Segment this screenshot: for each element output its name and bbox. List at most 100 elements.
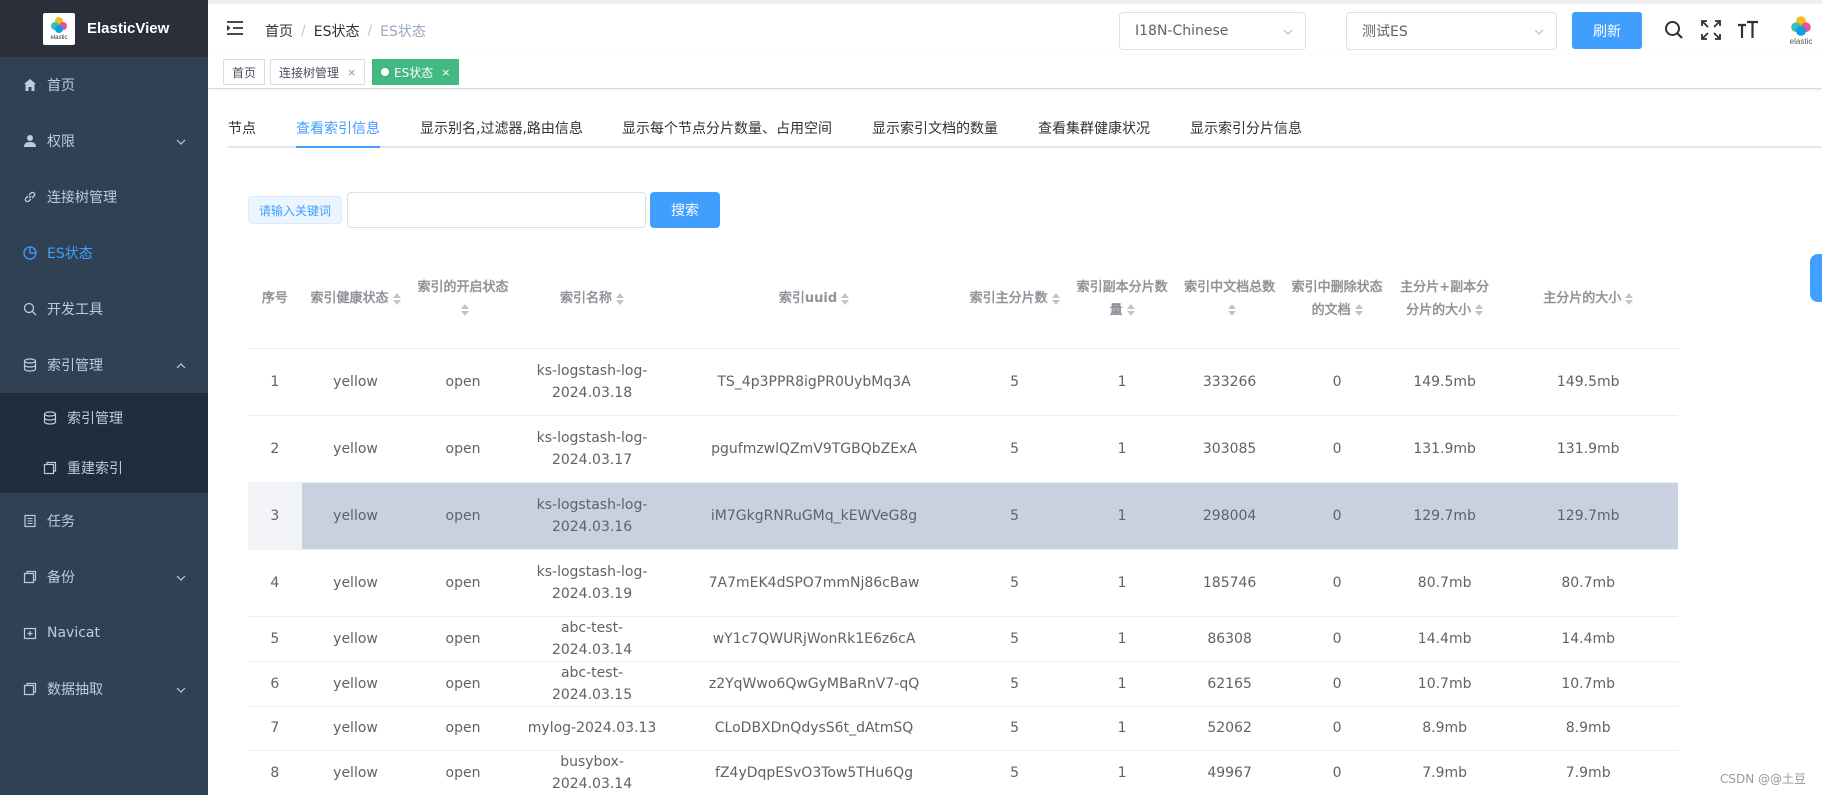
sidebar-subitem-index-management[interactable]: 索引管理 (0, 393, 208, 443)
column-header-deleted-docs[interactable]: 索引中删除状态的文档 (1283, 250, 1391, 349)
sort-icon[interactable] (616, 292, 625, 306)
watermark: CSDN @@土豆 (1719, 772, 1806, 786)
cell-uuid: fZ4yDqpESvO3Tow5THu6Qg (667, 750, 961, 795)
tab-shard-info[interactable]: 显示索引分片信息 (1190, 118, 1302, 138)
settings-drawer-handle[interactable] (1810, 254, 1822, 302)
sort-icon[interactable] (1227, 303, 1236, 317)
sidebar-item-label: 备份 (47, 570, 75, 586)
column-header-primary-size[interactable]: 主分片的大小 (1498, 250, 1678, 349)
navbar: 首页 / ES状态 / ES状态 I18N-Chinese 测试ES 刷新 el… (208, 0, 1822, 55)
column-header-total-size[interactable]: 主分片+副本分分片的大小 (1390, 250, 1499, 349)
tag-connection-tree[interactable]: 连接树管理 × (270, 59, 366, 85)
tab-aliases[interactable]: 显示别名,过滤器,路由信息 (420, 118, 583, 138)
refresh-button[interactable]: 刷新 (1572, 12, 1642, 49)
copy-icon (22, 681, 38, 697)
cell-open-status: open (409, 706, 517, 751)
table-row[interactable]: 1 yellow open ks-logstash-log-2024.03.18… (248, 348, 1678, 416)
cell-doc-count: 86308 (1175, 616, 1284, 662)
tab-cluster-health[interactable]: 查看集群健康状况 (1038, 118, 1150, 138)
cell-doc-count: 298004 (1175, 482, 1284, 550)
keyword-input[interactable] (347, 192, 646, 228)
sidebar-item-index-management[interactable]: 索引管理 (0, 337, 208, 393)
tab-doc-count[interactable]: 显示索引文档的数量 (872, 118, 998, 138)
table-row-hovered[interactable]: 3 yellow open ks-logstash-log-2024.03.16… (248, 482, 1678, 550)
column-header-health[interactable]: 索引健康状态 (301, 250, 410, 349)
connection-select[interactable]: 测试ES (1346, 12, 1557, 50)
chevron-down-icon (176, 571, 186, 587)
index-table: 序号 索引健康状态 索引的开启状态 索引名称 索引uuid 索引主分片数 索引副… (248, 250, 1678, 795)
font-size-icon[interactable] (1737, 20, 1759, 44)
column-header-primary-shards[interactable]: 索引主分片数 (960, 250, 1069, 349)
sort-icon[interactable] (461, 303, 470, 317)
sort-icon[interactable] (1126, 303, 1135, 317)
cell-doc-count: 185746 (1175, 549, 1284, 617)
fullscreen-icon[interactable] (1701, 20, 1721, 44)
column-header-index-name[interactable]: 索引名称 (516, 250, 668, 349)
elastic-logo-icon (1791, 16, 1811, 36)
sidebar-item-data-extraction[interactable]: 数据抽取 (0, 661, 208, 717)
cell-uuid: CLoDBXDnQdysS6t_dAtmSQ (667, 706, 961, 751)
sidebar-subitem-reindex[interactable]: 重建索引 (0, 443, 208, 493)
sidebar-item-tasks[interactable]: 任务 (0, 493, 208, 549)
column-header-replica-shards[interactable]: 索引副本分片数量 (1068, 250, 1176, 349)
hamburger-icon[interactable] (226, 20, 244, 40)
tag-home[interactable]: 首页 (223, 59, 266, 85)
sort-icon[interactable] (1051, 292, 1060, 306)
sort-icon[interactable] (1625, 292, 1634, 306)
table-row[interactable]: 5 yellow open abc-test-2024.03.14 wY1c7Q… (248, 616, 1678, 662)
cell-health: yellow (301, 750, 410, 795)
cell-index: 1 (248, 348, 302, 416)
table-body: 1 yellow open ks-logstash-log-2024.03.18… (248, 348, 1678, 795)
column-header-doc-count[interactable]: 索引中文档总数 (1175, 250, 1284, 349)
cell-index-name: ks-logstash-log-2024.03.19 (516, 549, 668, 617)
sort-icon[interactable] (1475, 303, 1484, 317)
sidebar: elastic ElasticView 首页 权限 连接树管理 ES状态 开发工… (0, 0, 208, 795)
search-icon[interactable] (1664, 20, 1684, 44)
table-row[interactable]: 2 yellow open ks-logstash-log-2024.03.17… (248, 415, 1678, 483)
logo-small-text: elastic (50, 35, 68, 41)
sidebar-item-connection-tree[interactable]: 连接树管理 (0, 169, 208, 225)
tab-nodes[interactable]: 节点 (228, 118, 256, 138)
logo-bar[interactable]: elastic ElasticView (0, 0, 208, 57)
table-row[interactable]: 4 yellow open ks-logstash-log-2024.03.19… (248, 549, 1678, 617)
cell-deleted-docs: 0 (1283, 348, 1391, 416)
language-select[interactable]: I18N-Chinese (1119, 12, 1306, 50)
sidebar-item-navicat[interactable]: Navicat (0, 605, 208, 661)
cell-replica-shards: 1 (1068, 616, 1176, 662)
table-row[interactable]: 7 yellow open mylog-2024.03.13 CLoDBXDnQ… (248, 706, 1678, 751)
search-button[interactable]: 搜索 (650, 192, 720, 228)
user-avatar[interactable]: elastic (1781, 15, 1821, 46)
sort-icon[interactable] (392, 292, 401, 306)
close-icon[interactable]: × (441, 66, 450, 79)
sidebar-item-backup[interactable]: 备份 (0, 549, 208, 605)
column-header-uuid[interactable]: 索引uuid (667, 250, 961, 349)
tab-index-info[interactable]: 查看索引信息 (296, 118, 380, 138)
sort-icon[interactable] (841, 292, 850, 306)
cell-primary-shards: 5 (960, 482, 1069, 550)
sidebar-item-es-status[interactable]: ES状态 (0, 225, 208, 281)
plus-box-icon (22, 625, 38, 641)
active-dot-icon (381, 68, 389, 76)
cell-doc-count: 49967 (1175, 750, 1284, 795)
sidebar-item-permission[interactable]: 权限 (0, 113, 208, 169)
close-icon[interactable]: × (347, 66, 356, 79)
sidebar-item-home[interactable]: 首页 (0, 57, 208, 113)
tag-es-status[interactable]: ES状态 × (372, 59, 460, 85)
copy-icon (42, 460, 58, 476)
breadcrumb-home[interactable]: 首页 (265, 21, 293, 41)
cell-health: yellow (301, 616, 410, 662)
table-row[interactable]: 6 yellow open abc-test-2024.03.15 z2YqWw… (248, 661, 1678, 707)
cell-index: 7 (248, 706, 302, 751)
tab-node-shards[interactable]: 显示每个节点分片数量、占用空间 (622, 118, 832, 138)
chevron-down-icon (1282, 26, 1294, 42)
sort-icon[interactable] (1354, 303, 1363, 317)
breadcrumb-separator: / (367, 23, 373, 39)
column-header-open-status[interactable]: 索引的开启状态 (409, 250, 517, 349)
tab-active-indicator (296, 146, 380, 148)
breadcrumb-es-status[interactable]: ES状态 (314, 21, 360, 41)
sidebar-item-dev-tools[interactable]: 开发工具 (0, 281, 208, 337)
table-row[interactable]: 8 yellow open busybox-2024.03.14 fZ4yDqp… (248, 750, 1678, 795)
cell-open-status: open (409, 415, 517, 483)
chevron-down-icon (176, 683, 186, 699)
sidebar-item-label: ES状态 (47, 246, 93, 262)
